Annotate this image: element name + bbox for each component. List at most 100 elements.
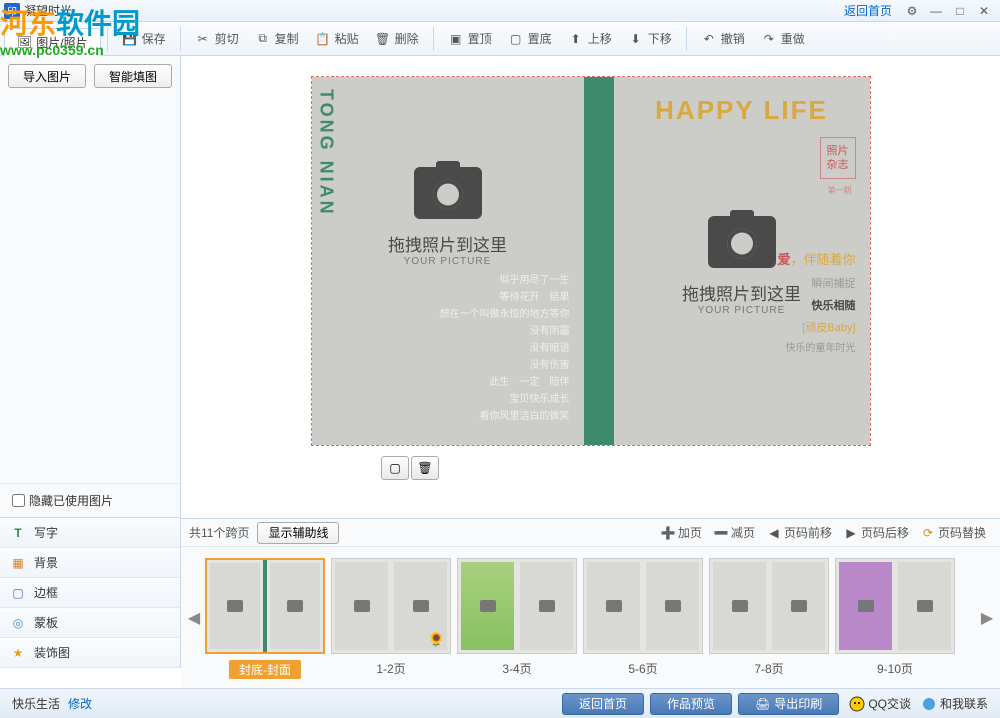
separator <box>686 27 687 51</box>
arrow-left-icon: ◀ <box>767 526 781 540</box>
cut-button[interactable]: ✂剪切 <box>187 26 247 52</box>
rename-link[interactable]: 修改 <box>68 695 92 712</box>
mask-icon: ◎ <box>10 615 26 631</box>
panel-text[interactable]: T写字 <box>0 518 180 548</box>
cut-icon: ✂ <box>195 31 211 47</box>
maximize-button[interactable]: □ <box>948 3 972 19</box>
drag-hint: 拖拽照片到这里 <box>332 231 564 256</box>
undo-button[interactable]: ↶撤销 <box>693 26 753 52</box>
smartfill-button[interactable]: 智能填图 <box>94 64 172 88</box>
printer-icon: 🖨 <box>755 697 770 711</box>
star-icon: ★ <box>10 645 26 661</box>
tab-photos[interactable]: 图片/照片 <box>4 28 101 56</box>
replace-icon: ⟳ <box>921 526 935 540</box>
front-cover[interactable]: HAPPY LIFE 照片杂志 第一期 拖拽照片到这里 YOUR PICTURE… <box>614 77 870 445</box>
settings-icon[interactable]: ⚙ <box>900 3 924 19</box>
zoom-fit-button[interactable]: ▢ <box>381 456 409 480</box>
thumb-7-8[interactable]: 7-8页 <box>709 558 829 679</box>
spread-count: 共11个跨页 <box>189 524 249 541</box>
redo-icon: ↷ <box>761 31 777 47</box>
thumb-5-6[interactable]: 5-6页 <box>583 558 703 679</box>
text-icon: T <box>10 525 26 541</box>
thumbnail-bar: 共11个跨页 显示辅助线 ➕加页 ➖减页 ◀页码前移 ▶页码后移 ⟳页码替换 ◀… <box>181 518 1000 688</box>
save-button[interactable]: 💾保存 <box>114 26 174 52</box>
thumb-9-10[interactable]: 9-10页 <box>835 558 955 679</box>
separator <box>433 27 434 51</box>
panel-mask[interactable]: ◎蒙板 <box>0 608 180 638</box>
cover-side-text: 爱，伴随着你 瞬间捕捉 快乐相随 [顽皮Baby] 快乐的童年时光 <box>777 247 855 359</box>
hide-used-input[interactable] <box>12 494 25 507</box>
panel-background[interactable]: ▦背景 <box>0 548 180 578</box>
globe-icon <box>921 696 937 712</box>
titlebar: 印 凝望时光 返回首页 ⚙ — □ ✕ <box>0 0 1000 22</box>
remove-page-button[interactable]: ➖减页 <box>708 522 761 544</box>
cover-title: HAPPY LIFE <box>626 95 858 126</box>
canvas-mini-tools: ▢ 🗑 <box>381 456 439 480</box>
thumb-list: 封底-封面 1-2页 3-4页 5-6页 7-8页 9-10页 <box>203 554 978 683</box>
copy-button[interactable]: ⧉复制 <box>247 26 307 52</box>
paste-button[interactable]: 📋粘贴 <box>307 26 367 52</box>
thumb-header: 共11个跨页 显示辅助线 ➕加页 ➖减页 ◀页码前移 ▶页码后移 ⟳页码替换 <box>181 519 1000 547</box>
paste-icon: 📋 <box>315 31 331 47</box>
sidebar-panels: T写字 ▦背景 ▢边框 ◎蒙板 ★装饰图 <box>0 517 180 668</box>
sidebar-actions: 导入图片 智能填图 <box>0 56 180 96</box>
redo-button[interactable]: ↷重做 <box>753 26 813 52</box>
thumb-1-2[interactable]: 1-2页 <box>331 558 451 679</box>
home-link[interactable]: 返回首页 <box>844 2 892 19</box>
remove-photo-button[interactable]: 🗑 <box>411 456 439 480</box>
statusbar: 快乐生活 修改 返回首页 作品预览 🖨导出印刷 QQ交谈 和我联系 <box>0 688 1000 718</box>
add-page-button[interactable]: ➕加页 <box>655 522 708 544</box>
send-back-button[interactable]: ▢置底 <box>500 26 560 52</box>
border-icon: ▢ <box>10 585 26 601</box>
delete-button[interactable]: 🗑删除 <box>367 26 427 52</box>
project-name: 快乐生活 <box>12 695 60 712</box>
camera-placeholder-icon <box>708 216 776 268</box>
stamp: 照片杂志 <box>820 137 856 179</box>
background-icon: ▦ <box>10 555 26 571</box>
spine: TONG NIAN <box>584 77 614 445</box>
move-down-button[interactable]: ⬇下移 <box>620 26 680 52</box>
scroll-right-button[interactable]: ▶ <box>978 568 996 668</box>
page-backward-button[interactable]: ▶页码后移 <box>838 522 915 544</box>
page-forward-button[interactable]: ◀页码前移 <box>761 522 838 544</box>
qq-chat-button[interactable]: QQ交谈 <box>849 695 911 712</box>
down-icon: ⬇ <box>628 31 644 47</box>
qq-icon <box>849 696 865 712</box>
status-home-button[interactable]: 返回首页 <box>562 693 644 715</box>
page-replace-button[interactable]: ⟳页码替换 <box>915 522 992 544</box>
panel-decor[interactable]: ★装饰图 <box>0 638 180 668</box>
photo-tray[interactable] <box>0 96 180 483</box>
scroll-left-button[interactable]: ◀ <box>185 568 203 668</box>
spine-text: TONG NIAN <box>316 89 337 217</box>
app-icon: 印 <box>4 3 20 19</box>
preview-button[interactable]: 作品预览 <box>650 693 732 715</box>
save-icon: 💾 <box>122 31 138 47</box>
minimize-button[interactable]: — <box>924 3 948 19</box>
toggle-guides-button[interactable]: 显示辅助线 <box>257 522 339 544</box>
window-title: 凝望时光 <box>24 2 844 19</box>
drag-sub: YOUR PICTURE <box>332 256 564 267</box>
issue-label: 第一期 <box>828 185 852 196</box>
delete-icon: 🗑 <box>375 31 391 47</box>
bring-front-button[interactable]: ▣置顶 <box>440 26 500 52</box>
toolbar: 图片/照片 💾保存 ✂剪切 ⧉复制 📋粘贴 🗑删除 ▣置顶 ▢置底 ⬆上移 ⬇下… <box>0 22 1000 56</box>
panel-border[interactable]: ▢边框 <box>0 578 180 608</box>
sidebar: 导入图片 智能填图 隐藏已使用图片 T写字 ▦背景 ▢边框 ◎蒙板 ★装饰图 <box>0 56 181 668</box>
front-icon: ▣ <box>448 31 464 47</box>
back-poem: 似乎用尽了一生等待花开 结果想在一个叫做永恒的地方等你 没有阴霾没有暗语没有伤害… <box>440 272 570 425</box>
back-cover[interactable]: 拖拽照片到这里 YOUR PICTURE 似乎用尽了一生等待花开 结果想在一个叫… <box>312 77 584 445</box>
close-button[interactable]: ✕ <box>972 3 996 19</box>
page-spread[interactable]: 拖拽照片到这里 YOUR PICTURE 似乎用尽了一生等待花开 结果想在一个叫… <box>311 76 871 446</box>
up-icon: ⬆ <box>568 31 584 47</box>
back-icon: ▢ <box>508 31 524 47</box>
contact-button[interactable]: 和我联系 <box>921 695 988 712</box>
thumb-3-4[interactable]: 3-4页 <box>457 558 577 679</box>
import-button[interactable]: 导入图片 <box>8 64 86 88</box>
thumb-cover[interactable]: 封底-封面 <box>205 558 325 679</box>
hide-used-checkbox[interactable]: 隐藏已使用图片 <box>0 483 180 517</box>
minus-icon: ➖ <box>714 526 728 540</box>
move-up-button[interactable]: ⬆上移 <box>560 26 620 52</box>
export-button[interactable]: 🖨导出印刷 <box>738 693 839 715</box>
separator <box>180 27 181 51</box>
arrow-right-icon: ▶ <box>844 526 858 540</box>
